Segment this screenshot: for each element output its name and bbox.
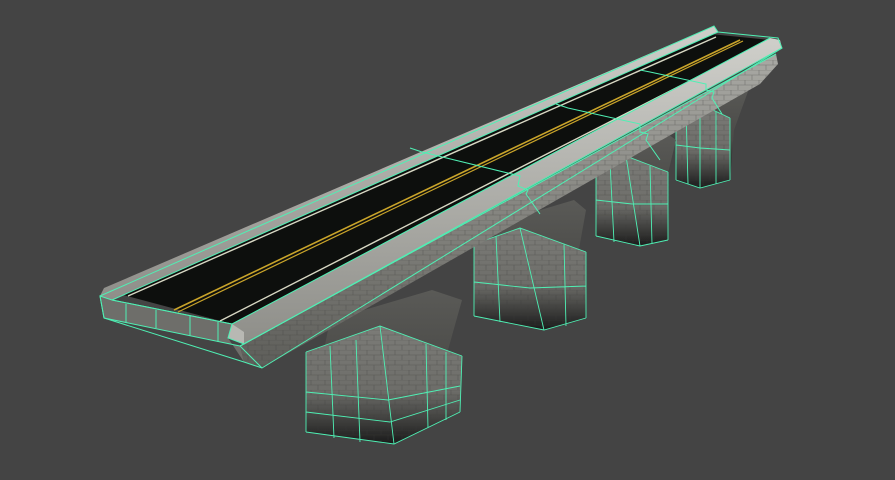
3d-viewport[interactable]: [0, 0, 895, 480]
bridge-model[interactable]: [0, 0, 895, 480]
road-surface: [112, 34, 770, 324]
